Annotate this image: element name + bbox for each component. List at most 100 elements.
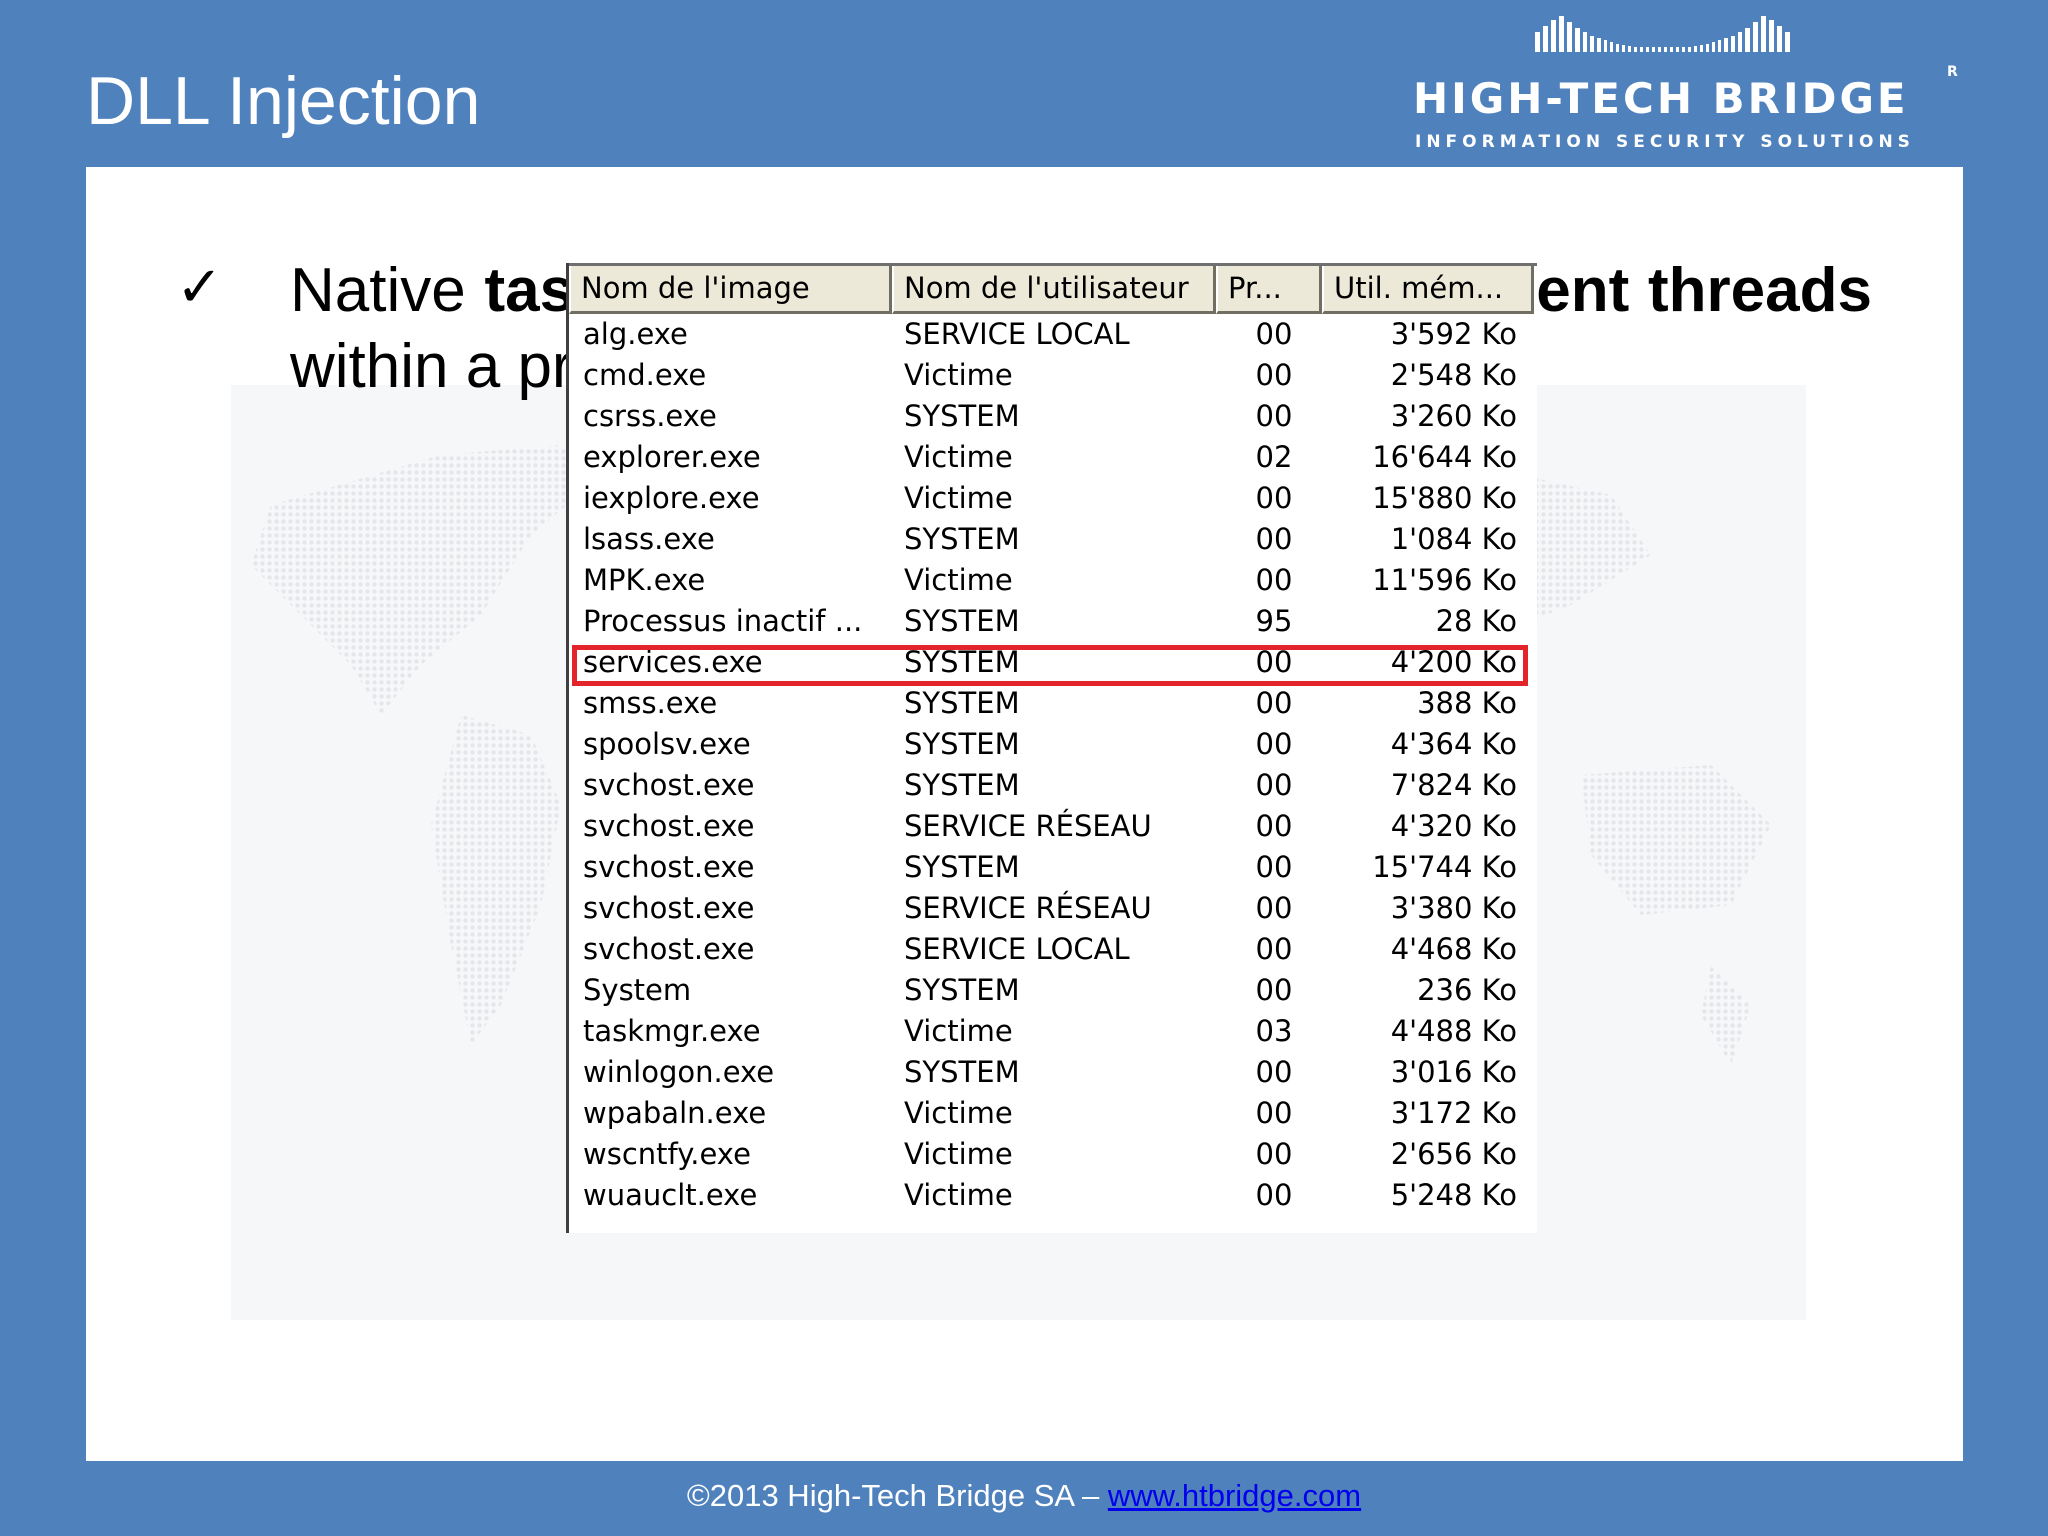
process-cpu: 00	[1255, 522, 1293, 556]
process-user-name: SYSTEM	[904, 768, 1020, 802]
column-header-cpu[interactable]: Pr...	[1216, 266, 1322, 314]
column-header-user-name[interactable]: Nom de l'utilisateur	[892, 266, 1216, 314]
process-image-name: wscntfy.exe	[583, 1137, 751, 1171]
process-row[interactable]: svchost.exe SERVICE LOCAL 00 4'468 Ko	[569, 929, 1537, 970]
process-image-name: explorer.exe	[583, 440, 761, 474]
process-cpu: 02	[1255, 440, 1293, 474]
process-image-name: svchost.exe	[583, 809, 755, 843]
process-user-name: Victime	[904, 481, 1013, 515]
process-image-name: csrss.exe	[583, 399, 717, 433]
process-cpu: 00	[1255, 317, 1293, 351]
process-image-name: Processus inactif ...	[583, 604, 863, 638]
process-cpu: 00	[1255, 1178, 1293, 1212]
process-cpu: 00	[1255, 1137, 1293, 1171]
process-user-name: SERVICE RÉSEAU	[904, 809, 1152, 843]
process-user-name: Victime	[904, 1178, 1013, 1212]
process-row[interactable]: iexplore.exe Victime 00 15'880 Ko	[569, 478, 1537, 519]
process-mem-usage: 4'364 Ko	[1390, 727, 1517, 761]
process-mem-usage: 2'656 Ko	[1390, 1137, 1517, 1171]
process-row[interactable]: lsass.exe SYSTEM 00 1'084 Ko	[569, 519, 1537, 560]
process-cpu: 00	[1255, 973, 1293, 1007]
process-row[interactable]: cmd.exe Victime 00 2'548 Ko	[569, 355, 1537, 396]
process-mem-usage: 3'172 Ko	[1390, 1096, 1517, 1130]
process-image-name: iexplore.exe	[583, 481, 760, 515]
process-mem-usage: 388 Ko	[1417, 686, 1517, 720]
highlight-box	[572, 645, 1528, 686]
process-mem-usage: 15'880 Ko	[1372, 481, 1517, 515]
process-mem-usage: 3'380 Ko	[1390, 891, 1517, 925]
company-logo: HIGH-TECH BRIDGE R INFORMATION SECURITY …	[1405, 14, 1965, 152]
logo-tagline: INFORMATION SECURITY SOLUTIONS	[1415, 132, 1915, 152]
process-user-name: Victime	[904, 1096, 1013, 1130]
process-image-name: cmd.exe	[583, 358, 707, 392]
process-image-name: System	[583, 973, 692, 1007]
process-image-name: wpabaln.exe	[583, 1096, 767, 1130]
process-user-name: SYSTEM	[904, 727, 1020, 761]
process-image-name: winlogon.exe	[583, 1055, 775, 1089]
process-user-name: SYSTEM	[904, 1055, 1020, 1089]
process-user-name: SYSTEM	[904, 522, 1020, 556]
column-header-mem-usage[interactable]: Util. mém...	[1322, 266, 1534, 314]
process-rows: alg.exe SERVICE LOCAL 00 3'592 Ko cmd.exe Vic…	[569, 314, 1537, 1216]
process-row[interactable]: csrss.exe SYSTEM 00 3'260 Ko	[569, 396, 1537, 437]
process-image-name: svchost.exe	[583, 891, 755, 925]
footer-copyright: ©2013 High-Tech Bridge SA –	[686, 1478, 1108, 1513]
process-image-name: alg.exe	[583, 317, 688, 351]
process-cpu: 00	[1255, 932, 1293, 966]
process-row[interactable]: wscntfy.exe Victime 00 2'656 Ko	[569, 1134, 1537, 1175]
process-row[interactable]: alg.exe SERVICE LOCAL 00 3'592 Ko	[569, 314, 1537, 355]
process-row[interactable]: Processus inactif ... SYSTEM 95 28 Ko	[569, 601, 1537, 642]
process-row[interactable]: wuauclt.exe Victime 00 5'248 Ko	[569, 1175, 1537, 1216]
process-row[interactable]: winlogon.exe SYSTEM 00 3'016 Ko	[569, 1052, 1537, 1093]
task-manager-process-list: Nom de l'image Nom de l'utilisateur Pr..…	[566, 263, 1537, 1233]
process-mem-usage: 15'744 Ko	[1372, 850, 1517, 884]
process-row[interactable]: smss.exe SYSTEM 00 388 Ko	[569, 683, 1537, 724]
process-row[interactable]: System SYSTEM 00 236 Ko	[569, 970, 1537, 1011]
process-user-name: SYSTEM	[904, 973, 1020, 1007]
footer-link[interactable]: www.htbridge.com	[1108, 1478, 1361, 1513]
process-image-name: svchost.exe	[583, 850, 755, 884]
process-row[interactable]: taskmgr.exe Victime 03 4'488 Ko	[569, 1011, 1537, 1052]
process-user-name: Victime	[904, 358, 1013, 392]
process-row[interactable]: explorer.exe Victime 02 16'644 Ko	[569, 437, 1537, 478]
process-mem-usage: 28 Ko	[1435, 604, 1517, 638]
process-mem-usage: 4'488 Ko	[1390, 1014, 1517, 1048]
process-user-name: SERVICE LOCAL	[904, 317, 1130, 351]
process-mem-usage: 4'320 Ko	[1390, 809, 1517, 843]
process-cpu: 00	[1255, 358, 1293, 392]
process-mem-usage: 4'468 Ko	[1390, 932, 1517, 966]
process-image-name: spoolsv.exe	[583, 727, 751, 761]
bullet-text-part: Native	[290, 256, 485, 325]
footer: ©2013 High-Tech Bridge SA – www.htbridge…	[0, 1478, 2048, 1514]
process-mem-usage: 16'644 Ko	[1372, 440, 1517, 474]
process-image-name: MPK.exe	[583, 563, 706, 597]
process-mem-usage: 5'248 Ko	[1390, 1178, 1517, 1212]
process-mem-usage: 3'260 Ko	[1390, 399, 1517, 433]
process-cpu: 00	[1255, 686, 1293, 720]
process-row[interactable]: svchost.exe SERVICE RÉSEAU 00 4'320 Ko	[569, 806, 1537, 847]
process-row[interactable]: svchost.exe SERVICE RÉSEAU 00 3'380 Ko	[569, 888, 1537, 929]
check-icon: ✓	[176, 255, 223, 320]
process-image-name: smss.exe	[583, 686, 718, 720]
process-mem-usage: 7'824 Ko	[1390, 768, 1517, 802]
column-header-image-name[interactable]: Nom de l'image	[569, 266, 892, 314]
process-mem-usage: 2'548 Ko	[1390, 358, 1517, 392]
process-cpu: 95	[1255, 604, 1293, 638]
process-user-name: SYSTEM	[904, 399, 1020, 433]
process-row[interactable]: MPK.exe Victime 00 11'596 Ko	[569, 560, 1537, 601]
process-mem-usage: 3'016 Ko	[1390, 1055, 1517, 1089]
process-cpu: 00	[1255, 1096, 1293, 1130]
process-user-name: Victime	[904, 1014, 1013, 1048]
logo-name: HIGH-TECH BRIDGE	[1413, 74, 1909, 123]
process-image-name: wuauclt.exe	[583, 1178, 758, 1212]
process-cpu: 00	[1255, 891, 1293, 925]
process-row[interactable]: wpabaln.exe Victime 00 3'172 Ko	[569, 1093, 1537, 1134]
process-cpu: 00	[1255, 850, 1293, 884]
process-user-name: SYSTEM	[904, 850, 1020, 884]
process-user-name: Victime	[904, 1137, 1013, 1171]
process-cpu: 00	[1255, 809, 1293, 843]
process-row[interactable]: svchost.exe SYSTEM 00 15'744 Ko	[569, 847, 1537, 888]
process-cpu: 00	[1255, 481, 1293, 515]
process-row[interactable]: spoolsv.exe SYSTEM 00 4'364 Ko	[569, 724, 1537, 765]
process-row[interactable]: svchost.exe SYSTEM 00 7'824 Ko	[569, 765, 1537, 806]
